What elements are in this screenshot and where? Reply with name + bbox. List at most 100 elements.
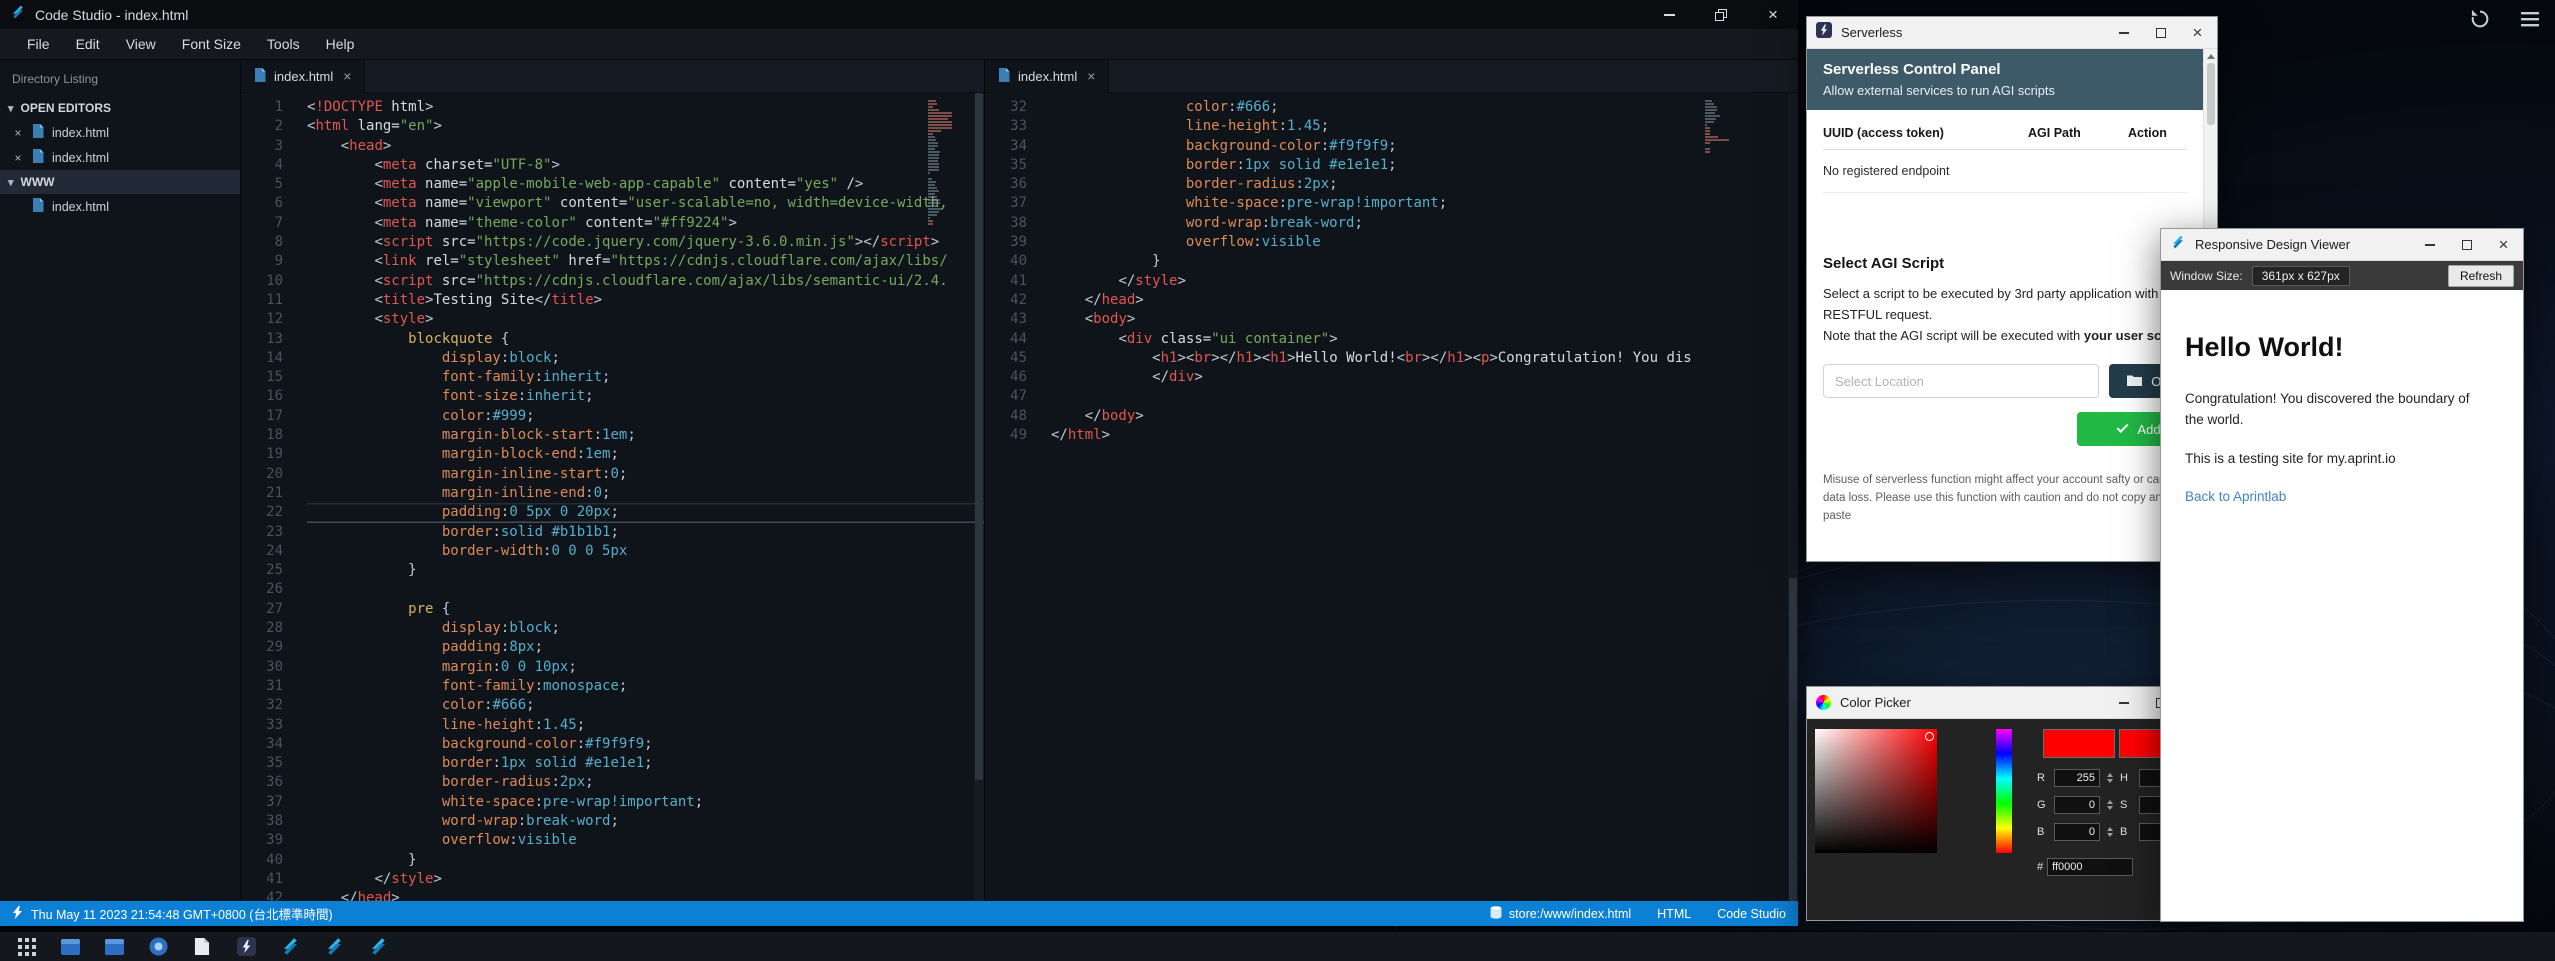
code-line[interactable]: line-height:1.45;	[307, 716, 984, 735]
minimize-icon[interactable]	[2117, 696, 2130, 709]
code-line[interactable]: </style>	[1051, 272, 1798, 291]
code-line[interactable]: background-color:#f9f9f9;	[1051, 137, 1798, 156]
window-size-value[interactable]: 361px x 627px	[2252, 266, 2350, 286]
code-line[interactable]: border-width:0 0 0 5px	[307, 542, 984, 561]
maximize-icon[interactable]	[2154, 26, 2167, 39]
tab-index-html[interactable]: index.html ×	[241, 60, 365, 92]
refresh-icon[interactable]	[2467, 6, 2493, 32]
code-line[interactable]: </div>	[1051, 368, 1798, 387]
code-line[interactable]	[1051, 387, 1798, 406]
sidebar-section-www[interactable]: ▾WWW	[0, 170, 240, 194]
app-window-icon-1[interactable]	[58, 935, 82, 959]
code-line[interactable]: white-space:pre-wrap!important;	[1051, 194, 1798, 213]
code-line[interactable]: <link rel="stylesheet" href="https://cdn…	[307, 252, 984, 271]
code-editor[interactable]: 1234567891011121314151617181920212223242…	[241, 93, 984, 901]
title-bar[interactable]: Responsive Design Viewer ×	[2161, 229, 2523, 261]
close-icon[interactable]: ×	[343, 68, 351, 84]
code-line[interactable]: line-height:1.45;	[1051, 117, 1798, 136]
scrollbar[interactable]	[1788, 93, 1798, 901]
code-line[interactable]: </body>	[1051, 407, 1798, 426]
menu-font-size[interactable]: Font Size	[169, 36, 254, 52]
code-line[interactable]: <title>Testing Site</title>	[307, 291, 984, 310]
code-line[interactable]: display:block;	[307, 619, 984, 638]
close-icon[interactable]: ×	[12, 126, 24, 140]
code-line[interactable]: <body>	[1051, 310, 1798, 329]
code-line[interactable]: border:solid #b1b1b1;	[307, 523, 984, 542]
code-line[interactable]: </html>	[1051, 426, 1798, 445]
menu-view[interactable]: View	[113, 36, 169, 52]
hex-value[interactable]: ff0000	[2047, 858, 2133, 876]
minimize-icon[interactable]	[1662, 8, 1676, 22]
restore-icon[interactable]	[1714, 8, 1728, 22]
code-line[interactable]: color:#666;	[1051, 98, 1798, 117]
saturation-value-field[interactable]	[1815, 729, 1937, 853]
close-icon[interactable]: ×	[12, 151, 24, 165]
file-item-index-html[interactable]: ×index.html	[0, 145, 240, 170]
launcher-grid-icon[interactable]	[14, 935, 38, 959]
scroll-up-icon[interactable]	[2207, 54, 2215, 59]
code-area[interactable]: <!DOCTYPE html><html lang="en"> <head> <…	[297, 93, 984, 901]
code-line[interactable]: word-wrap:break-word;	[307, 812, 984, 831]
code-line[interactable]: border:1px solid #e1e1e1;	[307, 754, 984, 773]
hue-slider[interactable]	[1996, 729, 2012, 853]
menu-icon[interactable]	[2517, 6, 2543, 32]
code-area[interactable]: color:#666; line-height:1.45; background…	[1041, 93, 1798, 901]
code-line[interactable]: margin-block-start:1em;	[307, 426, 984, 445]
minimap[interactable]	[928, 100, 954, 226]
code-line[interactable]: <head>	[307, 137, 984, 156]
stepper-icon[interactable]	[2104, 800, 2116, 810]
file-item-index-html[interactable]: ×index.html	[0, 120, 240, 145]
code-line[interactable]: font-size:inherit;	[307, 387, 984, 406]
title-bar[interactable]: Color Picker ×	[1807, 687, 2217, 719]
app-window-icon-2[interactable]	[102, 935, 126, 959]
menu-tools[interactable]: Tools	[254, 36, 313, 52]
code-line[interactable]: margin:0 0 10px;	[307, 658, 984, 677]
minimize-icon[interactable]	[2117, 26, 2130, 39]
code-line[interactable]: color:#666;	[307, 696, 984, 715]
menu-file[interactable]: File	[14, 36, 63, 52]
code-line[interactable]: <meta name="viewport" content="user-scal…	[307, 194, 984, 213]
status-app-name[interactable]: Code Studio	[1717, 907, 1786, 921]
close-icon[interactable]: ×	[1087, 68, 1095, 84]
title-bar[interactable]: Serverless ×	[1807, 17, 2217, 49]
menu-help[interactable]: Help	[313, 36, 368, 52]
title-bar[interactable]: Code Studio - index.html ×	[0, 0, 1798, 29]
code-line[interactable]: word-wrap:break-word;	[1051, 214, 1798, 233]
code-studio-app-icon-3[interactable]	[366, 935, 390, 959]
scrollbar[interactable]	[974, 93, 984, 901]
code-line[interactable]: }	[307, 851, 984, 870]
browser-app-icon[interactable]	[146, 935, 170, 959]
code-line[interactable]: <script src="https://code.jquery.com/jqu…	[307, 233, 984, 252]
code-line[interactable]: </style>	[307, 870, 984, 889]
field-value-b[interactable]: 0	[2054, 823, 2100, 841]
script-location-input[interactable]	[1823, 364, 2099, 398]
code-line[interactable]: background-color:#f9f9f9;	[307, 735, 984, 754]
status-file-path[interactable]: store:/www/index.html	[1490, 906, 1631, 922]
close-icon[interactable]: ×	[2497, 238, 2510, 251]
code-line[interactable]: </head>	[1051, 291, 1798, 310]
code-line[interactable]: display:block;	[307, 349, 984, 368]
code-line[interactable]: <script src="https://cdnjs.cloudflare.co…	[307, 272, 984, 291]
code-line[interactable]: padding:8px;	[307, 638, 984, 657]
code-line[interactable]: <meta name="apple-mobile-web-app-capable…	[307, 175, 984, 194]
code-line[interactable]: border-radius:2px;	[307, 773, 984, 792]
menu-edit[interactable]: Edit	[63, 36, 113, 52]
close-icon[interactable]: ×	[2191, 26, 2204, 39]
code-line[interactable]: pre {	[307, 600, 984, 619]
code-line[interactable]: <div class="ui container">	[1051, 330, 1798, 349]
code-line[interactable]: <meta name="theme-color" content="#ff922…	[307, 214, 984, 233]
code-line[interactable]: padding:0 5px 0 20px;	[307, 503, 984, 522]
code-line[interactable]: margin-inline-end:0;	[307, 484, 984, 503]
back-to-aprintlab-link[interactable]: Back to Aprintlab	[2185, 489, 2286, 504]
code-line[interactable]: <meta charset="UTF-8">	[307, 156, 984, 175]
code-line[interactable]: font-family:monospace;	[307, 677, 984, 696]
status-time-segment[interactable]: Thu May 11 2023 21:54:48 GMT+0800 (台北標準時…	[12, 904, 333, 923]
code-studio-app-icon-1[interactable]	[278, 935, 302, 959]
serverless-app-icon[interactable]	[234, 935, 258, 959]
close-icon[interactable]: ×	[1766, 8, 1780, 22]
code-line[interactable]: }	[1051, 252, 1798, 271]
code-line[interactable]: <h1><br></h1><h1>Hello World!<br></h1><p…	[1051, 349, 1798, 368]
code-line[interactable]: <!DOCTYPE html>	[307, 98, 984, 117]
document-app-icon[interactable]	[190, 935, 214, 959]
code-line[interactable]: font-family:inherit;	[307, 368, 984, 387]
